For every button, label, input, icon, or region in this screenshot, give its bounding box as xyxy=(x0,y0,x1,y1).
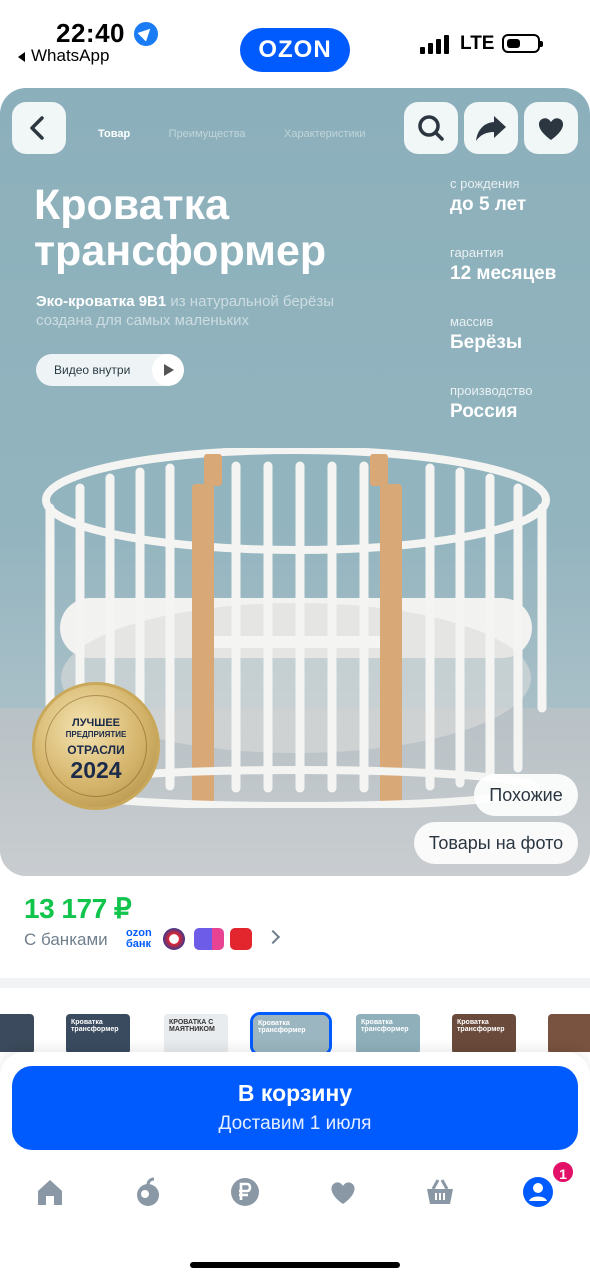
section-divider xyxy=(0,978,590,988)
product-gallery[interactable]: Товар Преимущества Характеристики До Кро… xyxy=(0,88,590,876)
variant-thumbnail[interactable]: КРОВАТКА С МАЯТНИКОМ xyxy=(164,1014,228,1052)
spec-key: с рождения xyxy=(450,176,520,191)
variant-thumbnail[interactable]: Кроватка трансформер xyxy=(452,1014,516,1052)
variant-thumbnail[interactable]: Кроватка трансформер xyxy=(356,1014,420,1052)
variant-thumbnail[interactable] xyxy=(548,1014,590,1052)
spec-origin: производство Россия xyxy=(450,383,580,423)
gallery-tabs: Товар Преимущества Характеристики До xyxy=(98,124,408,144)
ozon-bank-logo-line2: банк xyxy=(126,938,152,950)
back-triangle-icon xyxy=(18,51,25,62)
similar-button[interactable]: Похожие xyxy=(474,774,578,816)
profile-badge: 1 xyxy=(551,1160,575,1184)
thumb-bg xyxy=(548,1014,590,1052)
price-card: 13 177 ₽ С банками ozon банк xyxy=(0,876,590,978)
hero-description-bold: Эко-кроватка 9В1 xyxy=(36,293,167,310)
spec-warranty: гарантия 12 месяцев xyxy=(450,245,580,285)
signal-icon xyxy=(420,34,452,54)
thumb-caption: Кроватка трансформер xyxy=(457,1019,505,1033)
chevron-left-icon xyxy=(30,116,44,140)
delivery-date: Доставим 1 июля xyxy=(218,1113,372,1134)
battery-icon xyxy=(502,34,543,53)
variant-thumbnails: Кроватка трансформер КРОВАТКА С МАЯТНИКО… xyxy=(0,988,590,1052)
add-to-cart-button[interactable]: В корзину Доставим 1 июля xyxy=(12,1066,578,1150)
bank-logo-icon xyxy=(230,928,252,950)
location-arrow-icon xyxy=(134,22,158,46)
bank-logo-icon xyxy=(163,928,185,950)
variant-thumbnail[interactable] xyxy=(0,1014,34,1052)
ruble-icon[interactable] xyxy=(229,1176,261,1208)
status-bar: 22:40 WhatsApp OZON LTE xyxy=(0,0,590,82)
video-label: Видео внутри xyxy=(54,363,131,377)
ozon-logo: OZON xyxy=(240,28,350,72)
spec-key: массив xyxy=(450,314,494,329)
chevron-right-icon[interactable] xyxy=(265,929,281,945)
back-button[interactable] xyxy=(12,102,66,154)
medal-year: 2024 xyxy=(70,757,122,783)
video-button[interactable]: Видео внутри xyxy=(36,354,184,386)
share-icon xyxy=(476,116,506,141)
spec-value: до 5 лет xyxy=(450,194,527,215)
search-button[interactable] xyxy=(404,102,458,154)
status-time: 22:40 xyxy=(56,18,125,48)
back-app-label: WhatsApp xyxy=(31,46,110,65)
medal-text: ПРЕДПРИЯТИЕ xyxy=(65,730,127,739)
product-price: 13 177 ₽ xyxy=(24,893,132,924)
with-banks-label: С банками xyxy=(24,930,108,949)
spec-material: массив Берёзы xyxy=(450,314,580,354)
ozon-bank-logo: ozon банк xyxy=(126,928,152,950)
spec-value: Россия xyxy=(450,401,518,422)
thumb-caption: КРОВАТКА С МАЯТНИКОМ xyxy=(169,1019,215,1033)
spec-value: Берёзы xyxy=(450,332,523,353)
medal-text: ОТРАСЛИ xyxy=(67,743,125,757)
home-icon[interactable] xyxy=(34,1176,66,1208)
profile-icon[interactable] xyxy=(522,1176,554,1208)
spec-key: производство xyxy=(450,383,533,398)
search-icon xyxy=(418,115,444,141)
variant-thumbnail[interactable]: Кроватка трансформер xyxy=(66,1014,130,1052)
play-icon xyxy=(152,354,184,386)
basket-icon[interactable] xyxy=(424,1176,456,1208)
favorite-button[interactable] xyxy=(524,102,578,154)
heart-icon[interactable] xyxy=(327,1176,359,1208)
thumb-bg xyxy=(0,1014,34,1052)
cart-panel: В корзину Доставим 1 июля xyxy=(0,1052,590,1164)
tab-product[interactable]: Товар xyxy=(98,128,130,140)
back-to-app-link[interactable]: WhatsApp xyxy=(18,46,109,66)
thumb-caption: Кроватка трансформер xyxy=(361,1019,409,1033)
items-on-photo-button[interactable]: Товары на фото xyxy=(414,822,578,864)
heart-icon xyxy=(538,118,564,140)
hero-description: Эко-кроватка 9В1 из натуральной берёзы с… xyxy=(36,292,356,330)
tab-advantages[interactable]: Преимущества xyxy=(169,128,246,140)
bottom-tab-bar xyxy=(0,1164,590,1280)
bank-logo-icon xyxy=(194,928,224,950)
spec-value: 12 месяцев xyxy=(450,263,557,284)
thumb-caption: Кроватка трансформер xyxy=(71,1019,119,1033)
home-indicator xyxy=(190,1262,400,1268)
thumb-caption: Кроватка трансформер xyxy=(258,1020,306,1034)
hero-title: Кроватка трансформер xyxy=(34,182,434,274)
add-to-cart-label: В корзину xyxy=(237,1080,353,1106)
hero-title-line2: трансформер xyxy=(34,227,327,275)
variant-thumbnail-selected[interactable]: Кроватка трансформер xyxy=(250,1012,332,1052)
share-button[interactable] xyxy=(464,102,518,154)
spec-age: с рождения до 5 лет xyxy=(450,176,580,216)
network-type: LTE xyxy=(460,33,495,54)
medal-text: ЛУЧШЕЕ xyxy=(71,717,121,729)
spec-key: гарантия xyxy=(450,245,504,260)
tab-specs[interactable]: Характеристики xyxy=(284,128,366,140)
award-medal: ЛУЧШЕЕ ПРЕДПРИЯТИЕ ОТРАСЛИ 2024 xyxy=(32,682,160,810)
fresh-icon[interactable] xyxy=(132,1176,164,1208)
hero-title-line1: Кроватка xyxy=(34,181,230,229)
